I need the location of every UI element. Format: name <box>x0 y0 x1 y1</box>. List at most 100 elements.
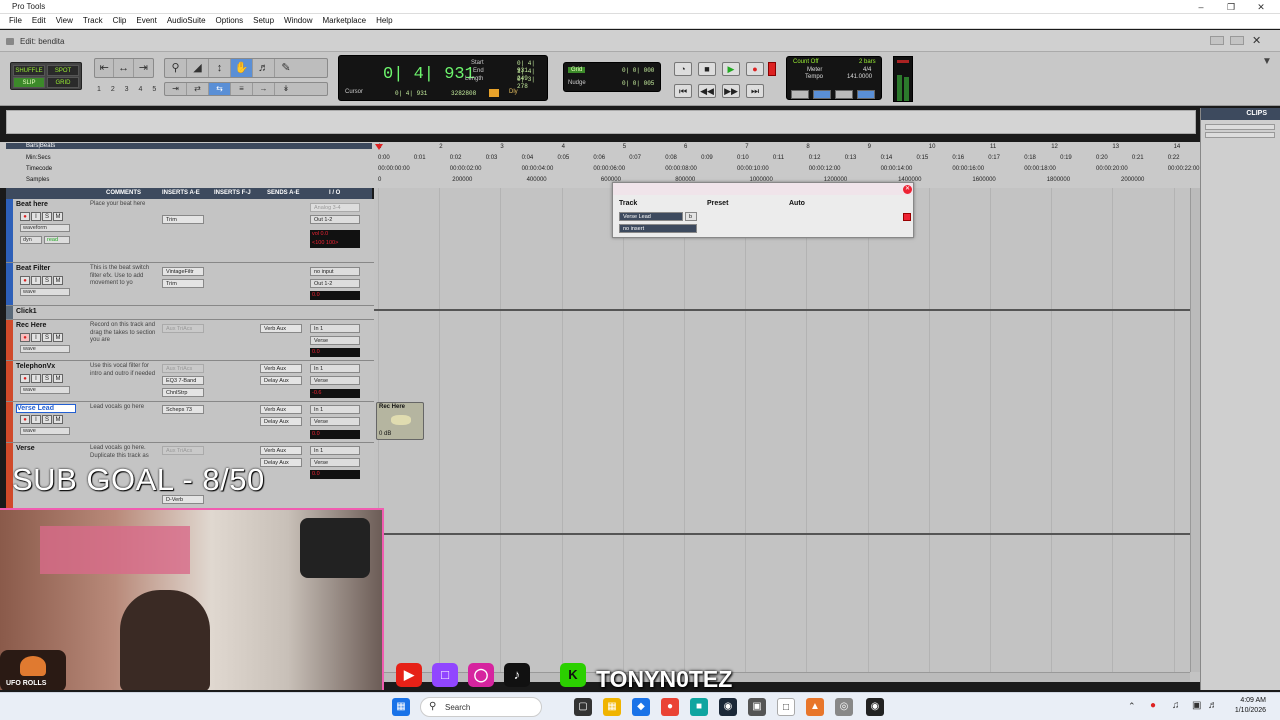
dly-label[interactable]: Dly <box>509 89 518 95</box>
record-enable-button[interactable]: ● <box>20 212 30 221</box>
spot-mode-button[interactable]: SPOT <box>47 65 79 76</box>
volume-icon[interactable]: ♬ <box>1208 700 1218 711</box>
zoom-in-icon[interactable]: ⇥ <box>134 59 153 77</box>
track-comment[interactable]: Use this vocal filter for intro and outr… <box>90 363 156 378</box>
track-view-selector[interactable]: wave <box>20 386 70 394</box>
edit-maximize-icon[interactable] <box>1230 36 1244 45</box>
insert-slot[interactable]: ChnlStrp <box>162 388 204 397</box>
send-slot[interactable]: Verb Aux <box>260 324 302 333</box>
app-icon[interactable]: ◆ <box>632 698 650 716</box>
zoom-icon[interactable]: ⚲ <box>165 59 187 77</box>
insert-slot[interactable]: Trim <box>162 279 204 288</box>
playhead-marker-icon[interactable] <box>375 144 383 150</box>
app-icon[interactable]: ▣ <box>748 698 766 716</box>
insertion-follows-icon[interactable]: → <box>253 83 275 95</box>
clips-item[interactable] <box>1205 124 1275 130</box>
mute-button[interactable]: M <box>53 333 63 342</box>
track-name[interactable]: Rec Here <box>16 322 76 331</box>
insert-slot[interactable]: Scheps 73 <box>162 405 204 414</box>
menu-edit[interactable]: Edit <box>27 14 51 28</box>
file-explorer-icon[interactable]: ▦ <box>603 698 621 716</box>
grid-value[interactable]: 0| 0| 000 <box>622 67 654 74</box>
track-view-selector[interactable]: wave <box>20 427 70 435</box>
track-comment[interactable]: Place your beat here <box>90 201 156 209</box>
output-selector[interactable]: Verse <box>310 336 360 345</box>
menu-event[interactable]: Event <box>131 14 161 28</box>
zoom-fit-icon[interactable]: ↔ <box>114 59 134 77</box>
bypass-icon[interactable] <box>903 213 911 221</box>
input-monitor-button[interactable]: I <box>31 333 41 342</box>
tempo-value[interactable]: 141.0000 <box>847 74 872 80</box>
input-selector[interactable]: In 1 <box>310 405 360 414</box>
track-name[interactable]: Verse Lead <box>16 404 76 413</box>
clock[interactable]: 4:09 AM 1/10/2026 <box>1235 696 1266 716</box>
tab-to-transient-icon[interactable]: ⇥ <box>165 83 187 95</box>
record-enable-button[interactable]: ● <box>20 276 30 285</box>
insert-slot[interactable]: Aux TriAcs <box>162 324 204 333</box>
input-monitor-button[interactable]: I <box>31 415 41 424</box>
toolbar-menu-icon[interactable]: ▼ <box>1262 56 1272 67</box>
solo-button[interactable]: S <box>42 415 52 424</box>
insert-slot[interactable]: Trim <box>162 215 204 224</box>
record-enable-button[interactable]: ● <box>20 415 30 424</box>
input-monitor-button[interactable]: I <box>31 374 41 383</box>
volume-display[interactable]: 0.0 <box>310 348 360 357</box>
track-selector[interactable]: Verse Lead <box>619 212 683 221</box>
input-selector[interactable]: In 1 <box>310 364 360 373</box>
mute-button[interactable]: M <box>53 374 63 383</box>
track-name[interactable]: Beat here <box>16 201 76 210</box>
app-icon[interactable]: ■ <box>690 698 708 716</box>
trim-icon[interactable]: ◢ <box>187 59 209 77</box>
track-click1[interactable]: Click1 <box>6 306 374 320</box>
zoom-presets[interactable]: 1 2 3 4 5 <box>97 86 160 93</box>
zoom-out-icon[interactable]: ⇤ <box>95 59 115 77</box>
edit-close-icon[interactable]: ✕ <box>1252 34 1261 47</box>
end-icon[interactable]: ⏭ <box>746 84 764 98</box>
output-selector[interactable]: Out 1-2 <box>310 279 360 288</box>
clips-header[interactable]: CLIPS <box>1201 108 1280 120</box>
snap-icon[interactable]: ↡ <box>275 83 297 95</box>
record-enable-button[interactable]: ● <box>20 333 30 342</box>
track-rec-here[interactable]: Rec Here ● I S M wave Record on this tra… <box>6 320 374 361</box>
grid-label[interactable]: Grid <box>568 67 586 73</box>
tray-chevron-icon[interactable]: ⌃ <box>1128 701 1136 712</box>
menu-marketplace[interactable]: Marketplace <box>317 14 371 28</box>
insert-slot[interactable]: Aux TriAcs <box>162 446 204 455</box>
volume-display[interactable]: -0.6 <box>310 389 360 398</box>
search-box[interactable]: ⚲ Search <box>420 697 542 717</box>
track-beat-filter[interactable]: Beat Filter ● I S M wave This is the bea… <box>6 263 374 306</box>
track-view-selector[interactable]: wave <box>20 288 70 296</box>
network-icon[interactable]: ▣ <box>1192 700 1201 711</box>
input-monitor-button[interactable]: I <box>31 212 41 221</box>
mute-button[interactable]: M <box>53 212 63 221</box>
track-comment[interactable]: Lead vocals go here <box>90 404 156 412</box>
menu-track[interactable]: Track <box>78 14 108 28</box>
track-name[interactable]: Verse <box>16 445 76 454</box>
track-view-selector[interactable]: waveform <box>20 224 70 232</box>
track-telephonvx[interactable]: TelephonVx ● I S M wave Use this vocal f… <box>6 361 374 402</box>
dyn-selector[interactable]: dyn <box>20 236 42 244</box>
input-selector[interactable]: In 1 <box>310 324 360 333</box>
solo-button[interactable]: S <box>42 374 52 383</box>
input-selector[interactable]: In 1 <box>310 446 360 455</box>
track-comment[interactable]: Record on this track and drag the takes … <box>90 322 156 345</box>
volume-display[interactable]: vol 0.0 <box>310 230 360 239</box>
link-timeline-icon[interactable]: ⇄ <box>187 83 209 95</box>
menu-setup[interactable]: Setup <box>248 14 279 28</box>
length-value[interactable]: 0| 3| 278 <box>517 76 547 90</box>
grid-mode-button[interactable]: GRID <box>47 77 79 88</box>
shuffle-mode-button[interactable]: SHUFFLE <box>13 65 45 76</box>
meter-value[interactable]: 4/4 <box>863 67 871 73</box>
insert-slot-selector[interactable]: b <box>685 212 697 221</box>
input-selector[interactable]: Analog 3-4 <box>310 203 360 212</box>
steam-icon[interactable]: ◉ <box>719 698 737 716</box>
track-verse-lead[interactable]: Verse Lead ● I S M wave Lead vocals go h… <box>6 402 374 443</box>
track-comment[interactable]: Lead vocals go here. Duplicate this trac… <box>90 445 156 460</box>
menu-view[interactable]: View <box>51 14 78 28</box>
metronome-icon[interactable] <box>813 90 831 99</box>
solo-button[interactable]: S <box>42 333 52 342</box>
minimize-icon[interactable]: – <box>1186 0 1216 14</box>
track-name[interactable]: Click1 <box>16 308 76 317</box>
menu-audiosuite[interactable]: AudioSuite <box>162 14 211 28</box>
send-slot[interactable]: Verb Aux <box>260 405 302 414</box>
